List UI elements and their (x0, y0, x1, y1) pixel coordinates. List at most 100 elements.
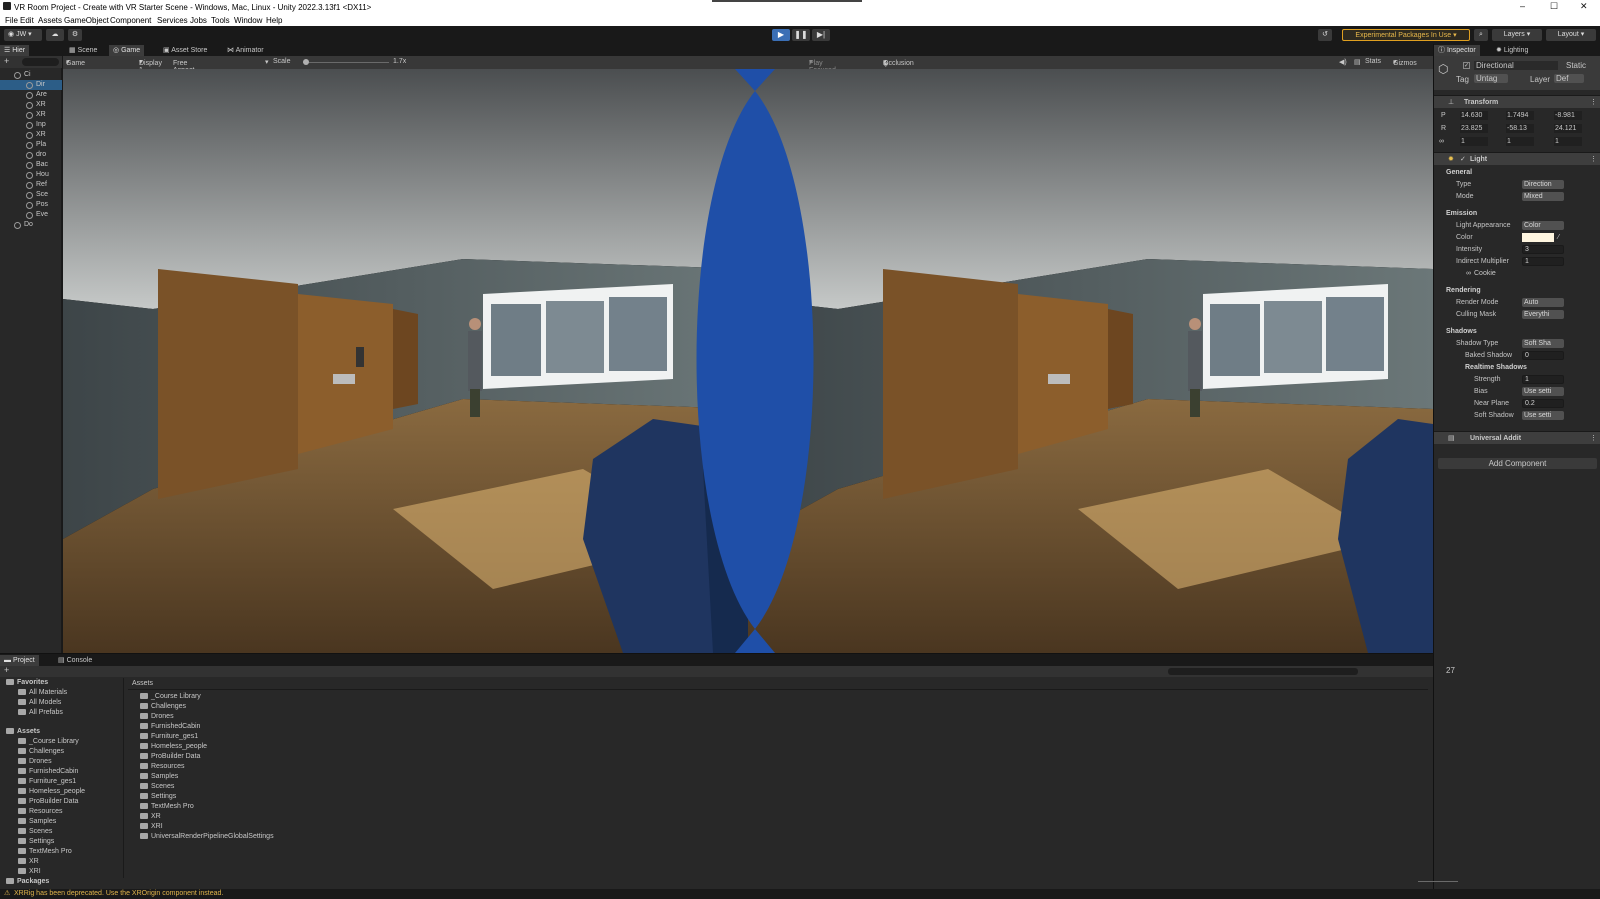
transform-header[interactable]: ⊥ Transform ⋮ (1434, 95, 1600, 108)
hierarchy-item[interactable]: Sce (0, 190, 62, 200)
intensity-field[interactable]: 3 (1522, 245, 1564, 254)
universal-additional-header[interactable]: ▤ Universal Addit ⋮ (1434, 431, 1600, 444)
asset-file-item[interactable]: Furniture_ges1 (140, 732, 198, 742)
rotation-y[interactable]: -58.13 (1506, 124, 1534, 133)
tab-inspector[interactable]: ⓘ Inspector (1434, 45, 1480, 56)
asset-file-item[interactable]: Drones (140, 712, 174, 722)
position-x[interactable]: 14.630 (1460, 111, 1488, 120)
menu-help[interactable]: Help (266, 16, 282, 25)
cloud-button[interactable]: ☁ (46, 29, 64, 41)
rotation-x[interactable]: 23.825 (1460, 124, 1488, 133)
tab-animator[interactable]: ⋈ Animator (223, 45, 268, 56)
type-dropdown[interactable]: Direction (1522, 180, 1564, 189)
hierarchy-item[interactable]: Pla (0, 140, 62, 150)
active-checkbox[interactable]: ✓ (1463, 62, 1470, 69)
soft-shadow-dropdown[interactable]: Use setti (1522, 411, 1564, 420)
stats-button[interactable]: Stats (1365, 58, 1381, 65)
occlusion-dropdown[interactable]: ◈ Occlusion ▾ (883, 58, 914, 68)
menu-window[interactable]: Window (234, 16, 262, 25)
light-enabled-checkbox[interactable]: ✓ (1460, 153, 1466, 166)
search-button[interactable]: ⌕ (1474, 29, 1488, 41)
rotation-z[interactable]: 24.121 (1554, 124, 1582, 133)
culling-dropdown[interactable]: Everythi (1522, 310, 1564, 319)
color-swatch[interactable] (1522, 233, 1554, 242)
scale-z[interactable]: 1 (1554, 137, 1582, 146)
asset-file-item[interactable]: TextMesh Pro (140, 802, 194, 812)
asset-folder-item[interactable]: Drones (18, 757, 52, 767)
hierarchy-item[interactable]: XR (0, 110, 62, 120)
general-foldout[interactable]: General (1434, 167, 1600, 179)
position-z[interactable]: -8.981 (1554, 111, 1582, 120)
hierarchy-item[interactable]: Inp (0, 120, 62, 130)
asset-file-item[interactable]: XRI (140, 822, 163, 832)
menu-assets[interactable]: Assets (38, 16, 62, 25)
play-button[interactable]: ▶ (772, 29, 790, 41)
hierarchy-item[interactable]: Bac (0, 160, 62, 170)
tab-hierarchy[interactable]: ☰ Hier (0, 45, 30, 56)
scale-y[interactable]: 1 (1506, 137, 1534, 146)
experimental-packages-dropdown[interactable]: Experimental Packages In Use ▾ (1342, 29, 1470, 41)
asset-folder-item[interactable]: FurnishedCabin (18, 767, 78, 777)
menu-jobs[interactable]: Jobs (190, 16, 207, 25)
hierarchy-item[interactable]: Eve (0, 210, 62, 220)
collab-button[interactable]: ⚙ (68, 29, 82, 41)
pause-button[interactable]: ❚❚ (792, 29, 810, 41)
hierarchy-item[interactable]: dro (0, 150, 62, 160)
hierarchy-search-input[interactable] (22, 58, 59, 66)
menu-services[interactable]: Services (157, 16, 188, 25)
project-search-input[interactable] (1168, 668, 1358, 675)
maximize-button[interactable]: ☐ (1550, 1, 1558, 12)
close-button[interactable]: ✕ (1580, 1, 1588, 12)
asset-folder-item[interactable]: Homeless_people (18, 787, 85, 797)
scale-slider-handle[interactable] (303, 59, 309, 65)
layout-dropdown[interactable]: Layout ▾ (1546, 29, 1596, 41)
asset-folder-item[interactable]: XR (18, 857, 39, 867)
kebab-icon[interactable]: ⋮ (1590, 96, 1597, 109)
asset-file-item[interactable]: ProBuilder Data (140, 752, 200, 762)
kebab-icon[interactable]: ⋮ (1590, 153, 1597, 166)
asset-file-item[interactable]: Homeless_people (140, 742, 207, 752)
display-dropdown[interactable]: Display 1 ▾ (139, 58, 162, 74)
scale-x[interactable]: 1 (1460, 137, 1488, 146)
kebab-icon[interactable]: ⋮ (1590, 432, 1597, 445)
tab-asset-store[interactable]: ▣ Asset Store (159, 45, 211, 56)
strength-field[interactable]: 1 (1522, 375, 1564, 384)
hierarchy-item[interactable]: Pos (0, 200, 62, 210)
rendering-foldout[interactable]: Rendering (1434, 285, 1600, 297)
cookie-row[interactable]: ∞ Cookie (1434, 268, 1600, 280)
light-header[interactable]: ✹ ✓ Light ⋮ (1434, 152, 1600, 165)
asset-file-item[interactable]: Scenes (140, 782, 174, 792)
asset-folder-item[interactable]: Resources (18, 807, 62, 817)
tab-lighting[interactable]: ✹ Lighting (1492, 45, 1532, 56)
asset-file-item[interactable]: _Course Library (140, 692, 201, 702)
favorite-item[interactable]: All Prefabs (18, 708, 63, 718)
hierarchy-item[interactable]: XR (0, 130, 62, 140)
position-y[interactable]: 1.7494 (1506, 111, 1534, 120)
asset-folder-item[interactable]: Furniture_ges1 (18, 777, 76, 787)
layer-dropdown[interactable]: Def (1554, 74, 1584, 83)
menu-edit[interactable]: Edit (20, 16, 34, 25)
hierarchy-item[interactable]: Ci (0, 70, 62, 80)
asset-folder-item[interactable]: Challenges (18, 747, 64, 757)
tab-console[interactable]: ▤ Console (54, 655, 96, 666)
aspect-chevron-icon[interactable]: ▾ (265, 58, 269, 66)
game-mode-dropdown[interactable]: Game ▾ (66, 58, 85, 67)
favorites-node[interactable]: Favorites (6, 678, 48, 688)
bias-dropdown[interactable]: Use setti (1522, 387, 1564, 396)
menu-gameobject[interactable]: GameObject (64, 16, 109, 25)
hierarchy-item[interactable]: Hou (0, 170, 62, 180)
asset-file-item[interactable]: UniversalRenderPipelineGlobalSettings (140, 832, 274, 842)
tab-scene[interactable]: ▦ Scene (65, 45, 101, 56)
add-component-button[interactable]: Add Component (1438, 458, 1597, 469)
object-name-field[interactable]: Directional (1474, 61, 1558, 70)
menu-component[interactable]: Component (110, 16, 151, 25)
create-icon[interactable]: + (4, 665, 9, 675)
eyedropper-icon[interactable]: ⁄ (1558, 232, 1559, 244)
menu-tools[interactable]: Tools (211, 16, 230, 25)
near-plane-field[interactable]: 0.2 (1522, 399, 1564, 408)
step-button[interactable]: ▶| (812, 29, 830, 41)
static-toggle[interactable]: Static (1566, 61, 1586, 70)
hierarchy-item[interactable]: XR (0, 100, 62, 110)
status-message[interactable]: XRRig has been deprecated. Use the XROri… (14, 889, 223, 899)
minimize-button[interactable]: – (1520, 1, 1525, 11)
